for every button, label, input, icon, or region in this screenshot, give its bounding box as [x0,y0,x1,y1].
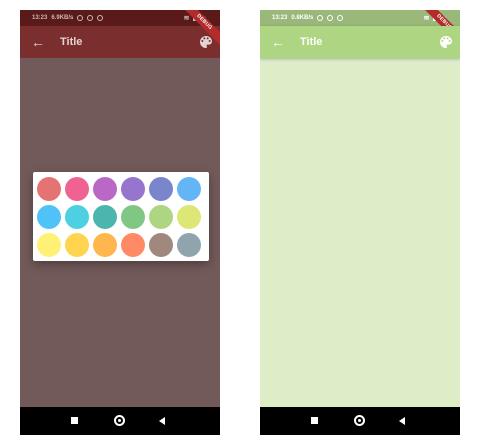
color-swatch[interactable] [121,233,145,257]
page-body [260,58,460,407]
color-swatch[interactable] [121,205,145,229]
phone-screen-left: 13:23 6.9KB/s ≋ ▮ ▭ ← Title DEBUG [20,10,220,435]
app-bar: ← Title [20,26,220,58]
notification-icon [317,15,324,21]
notification-icon [337,15,344,21]
notification-icon [77,15,84,21]
phone-screen-right: 13:23 0.8KB/s ≋ ▮ ▭ ← Title DEBUG [260,10,460,435]
color-swatch[interactable] [177,177,201,201]
back-triangle-icon[interactable] [399,417,405,425]
color-swatch[interactable] [93,233,117,257]
color-swatch[interactable] [149,205,173,229]
palette-icon[interactable] [438,34,454,50]
color-swatch[interactable] [37,233,61,257]
back-arrow-icon[interactable]: ← [30,34,46,50]
color-swatch[interactable] [177,233,201,257]
status-network-speed: 0.8KB/s [291,15,314,21]
back-arrow-icon[interactable]: ← [270,34,286,50]
color-swatch[interactable] [93,205,117,229]
page-title: Title [60,36,83,48]
notification-icon [327,15,334,21]
home-circle-icon[interactable] [114,415,125,426]
recents-square-icon[interactable] [311,417,318,424]
color-swatch[interactable] [65,177,89,201]
recents-square-icon[interactable] [71,417,78,424]
system-nav-bar [260,407,460,435]
color-swatch[interactable] [65,205,89,229]
status-network-speed: 6.9KB/s [51,15,74,21]
notification-icon [87,15,94,21]
color-picker-dialog [33,172,209,261]
notification-icon [97,15,104,21]
color-swatch[interactable] [177,205,201,229]
status-time: 13:23 [272,15,288,21]
color-swatch-grid [37,177,201,257]
status-time: 13:23 [32,15,48,21]
scrim-background[interactable] [20,58,220,407]
page-title: Title [300,36,323,48]
color-swatch[interactable] [121,177,145,201]
wifi-icon: ≋ [183,14,190,22]
system-nav-bar [20,407,220,435]
wifi-icon: ≋ [423,14,430,22]
home-circle-icon[interactable] [354,415,365,426]
color-swatch[interactable] [149,177,173,201]
color-swatch[interactable] [37,177,61,201]
color-swatch[interactable] [149,233,173,257]
app-bar: ← Title [260,26,460,58]
color-swatch[interactable] [93,177,117,201]
back-triangle-icon[interactable] [159,417,165,425]
color-swatch[interactable] [65,233,89,257]
color-swatch[interactable] [37,205,61,229]
